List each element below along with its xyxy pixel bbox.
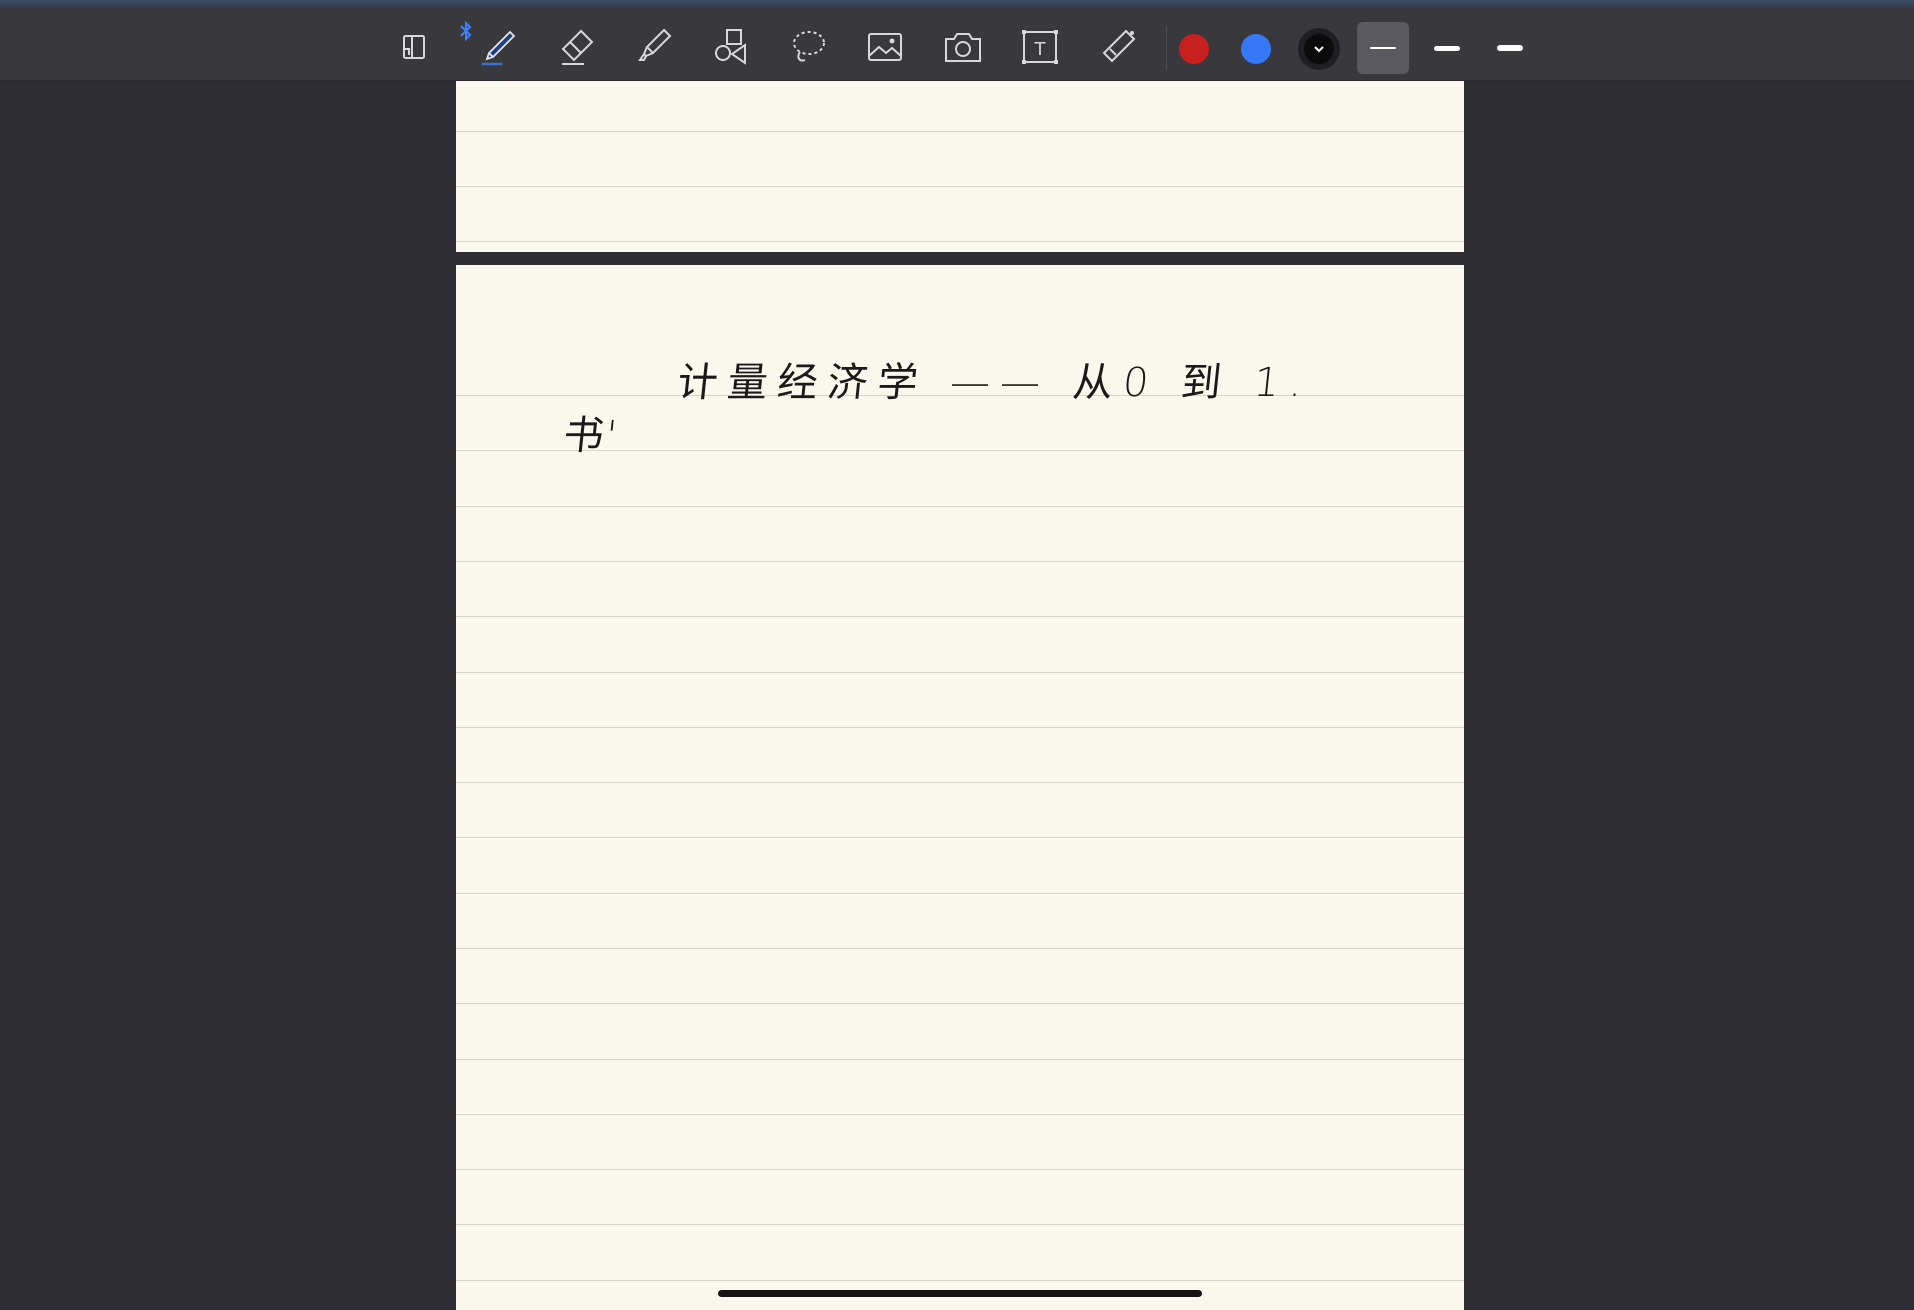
black-color-dot <box>1304 34 1334 64</box>
drawing-toolbar: T <box>0 10 1914 81</box>
ruled-line <box>456 131 1464 132</box>
page-view-button[interactable] <box>390 23 438 71</box>
notebook-page-previous[interactable] <box>456 81 1464 252</box>
shapes-icon <box>715 29 746 65</box>
image-icon <box>868 33 902 61</box>
page-view-icon <box>403 35 425 59</box>
selected-color-ring <box>1298 28 1340 70</box>
ruled-line <box>456 186 1464 187</box>
status-bar <box>0 0 1914 10</box>
pen-tool-button[interactable] <box>474 23 522 71</box>
ruled-line <box>456 782 1464 783</box>
highlighter-icon <box>638 28 672 61</box>
ruled-line <box>456 1059 1464 1060</box>
ruled-line <box>456 893 1464 894</box>
stroke-medium-indicator <box>1434 45 1460 51</box>
chevron-down-icon <box>1314 46 1324 53</box>
ruled-line <box>456 1169 1464 1170</box>
text-icon-glyph: T <box>1034 39 1047 60</box>
toolbar-divider <box>1166 26 1167 70</box>
color-swatch-blue[interactable] <box>1233 26 1279 72</box>
ruled-line <box>456 561 1464 562</box>
laser-pointer-tool-button[interactable] <box>1094 23 1142 71</box>
color-swatch-black[interactable] <box>1296 26 1342 72</box>
ruled-line <box>456 1003 1464 1004</box>
laser-pointer-icon <box>1102 29 1136 63</box>
ruled-line <box>456 1224 1464 1225</box>
text-tool-button[interactable]: T <box>1016 23 1064 71</box>
ruled-line <box>456 1280 1464 1281</box>
ruled-line <box>456 837 1464 838</box>
ruled-line <box>456 241 1464 242</box>
stroke-thick-indicator <box>1497 45 1523 51</box>
notebook-page-current[interactable]: 计量经济学 —— 从0 到 1. 书' <box>456 265 1464 1310</box>
ruled-line <box>456 1114 1464 1115</box>
stroke-size-thick[interactable] <box>1484 22 1536 74</box>
handwritten-note: 书' <box>561 413 621 459</box>
image-tool-button[interactable] <box>861 23 909 71</box>
stroke-size-medium[interactable] <box>1421 22 1473 74</box>
red-color-dot <box>1179 34 1209 64</box>
home-indicator[interactable] <box>718 1290 1202 1297</box>
handwritten-title: 计量经济学 —— 从0 到 1. <box>675 360 1315 406</box>
ruled-line <box>456 672 1464 673</box>
lasso-tool-button[interactable] <box>784 23 832 71</box>
ruled-line <box>456 616 1464 617</box>
eraser-icon <box>561 29 594 65</box>
stroke-size-thin[interactable] <box>1357 22 1409 74</box>
stroke-thin-indicator <box>1370 47 1396 49</box>
ruled-line <box>456 948 1464 949</box>
ruled-line <box>456 506 1464 507</box>
text-icon: T <box>1022 30 1058 64</box>
eraser-tool-button[interactable] <box>552 23 600 71</box>
blue-color-dot <box>1241 34 1271 64</box>
camera-tool-button[interactable] <box>939 23 987 71</box>
color-swatch-red[interactable] <box>1171 26 1217 72</box>
bluetooth-icon <box>460 20 472 42</box>
shapes-tool-button[interactable] <box>707 23 755 71</box>
lasso-icon <box>793 31 825 62</box>
camera-icon <box>945 33 981 62</box>
pen-icon <box>482 30 516 66</box>
ruled-line <box>456 727 1464 728</box>
highlighter-tool-button[interactable] <box>630 23 678 71</box>
notes-app: T 计量经济学 —— 从0 到 1. 书' <box>0 0 1914 1310</box>
